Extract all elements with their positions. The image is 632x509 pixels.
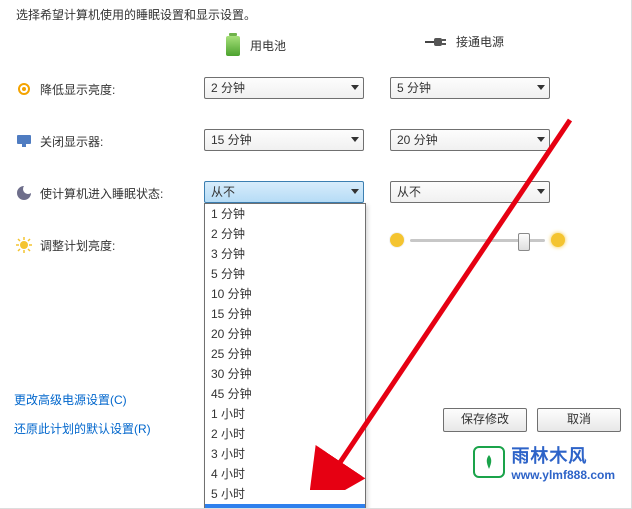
- sleep-battery-combo[interactable]: 从不: [204, 181, 364, 203]
- col-battery: 用电池: [224, 33, 286, 57]
- dropdown-item[interactable]: 3 小时: [205, 444, 365, 464]
- bright-label: 调整计划亮度:: [40, 237, 115, 254]
- dropdown-item[interactable]: 10 分钟: [205, 284, 365, 304]
- off-label: 关闭显示器:: [40, 133, 103, 150]
- dropdown-item[interactable]: 1 分钟: [205, 204, 365, 224]
- column-headers: 用电池 接通电源: [14, 33, 621, 71]
- dropdown-item[interactable]: 25 分钟: [205, 344, 365, 364]
- row-off-display: 关闭显示器: 15 分钟 20 分钟: [14, 129, 621, 175]
- sleep-plugged-combo[interactable]: 从不: [390, 181, 550, 203]
- cancel-button[interactable]: 取消: [537, 408, 621, 432]
- sleep-battery-value: 从不: [211, 185, 235, 199]
- sun-icon: [16, 237, 32, 253]
- plug-icon: [424, 35, 448, 49]
- col-battery-label: 用电池: [250, 37, 286, 54]
- dim-battery-combo[interactable]: 2 分钟: [204, 77, 364, 99]
- sleep-battery-dropdown[interactable]: 1 分钟2 分钟3 分钟5 分钟10 分钟15 分钟20 分钟25 分钟30 分…: [204, 203, 366, 509]
- off-battery-combo[interactable]: 15 分钟: [204, 129, 364, 151]
- watermark-url: www.ylmf888.com: [511, 468, 615, 482]
- dropdown-item[interactable]: 20 分钟: [205, 324, 365, 344]
- dropdown-item[interactable]: 2 分钟: [205, 224, 365, 244]
- off-battery-value: 15 分钟: [211, 133, 252, 147]
- chevron-down-icon: [537, 137, 545, 142]
- dim-plugged-value: 5 分钟: [397, 81, 431, 95]
- sleep-plugged-value: 从不: [397, 185, 421, 199]
- watermark-brand: 雨林木风: [511, 442, 615, 468]
- sun-dim-icon: [390, 233, 404, 247]
- chevron-down-icon: [351, 137, 359, 142]
- col-plugged: 接通电源: [424, 33, 504, 50]
- dropdown-item[interactable]: 1 小时: [205, 404, 365, 424]
- dropdown-item[interactable]: 2 小时: [205, 424, 365, 444]
- row-dim-display: 降低显示亮度: 2 分钟 5 分钟: [14, 77, 621, 123]
- watermark-logo-icon: [473, 446, 505, 478]
- sun-bright-icon: [551, 233, 565, 247]
- dim-battery-value: 2 分钟: [211, 81, 245, 95]
- off-plugged-combo[interactable]: 20 分钟: [390, 129, 550, 151]
- dropdown-item[interactable]: 5 分钟: [205, 264, 365, 284]
- dropdown-item[interactable]: 45 分钟: [205, 384, 365, 404]
- button-bar: 保存修改 取消: [443, 408, 621, 432]
- dropdown-item[interactable]: 3 分钟: [205, 244, 365, 264]
- chevron-down-icon: [537, 189, 545, 194]
- slider-thumb[interactable]: [518, 233, 530, 251]
- dim-label: 降低显示亮度:: [40, 81, 115, 98]
- brightness-slider-plugged[interactable]: [390, 233, 565, 247]
- page-description: 选择希望计算机使用的睡眠设置和显示设置。: [16, 6, 621, 23]
- sun-dim-icon: [16, 81, 32, 97]
- off-plugged-value: 20 分钟: [397, 133, 438, 147]
- dropdown-item[interactable]: 4 小时: [205, 464, 365, 484]
- moon-icon: [16, 185, 32, 201]
- dropdown-item[interactable]: 5 小时: [205, 484, 365, 504]
- col-plugged-label: 接通电源: [456, 33, 504, 50]
- sleep-label: 使计算机进入睡眠状态:: [40, 185, 163, 202]
- dropdown-item[interactable]: 从不: [205, 504, 365, 509]
- monitor-icon: [16, 133, 32, 149]
- battery-icon: [224, 33, 242, 57]
- watermark: 雨林木风 www.ylmf888.com: [473, 442, 615, 482]
- chevron-down-icon: [351, 189, 359, 194]
- dim-plugged-combo[interactable]: 5 分钟: [390, 77, 550, 99]
- dropdown-item[interactable]: 30 分钟: [205, 364, 365, 384]
- chevron-down-icon: [351, 85, 359, 90]
- slider-track[interactable]: [410, 239, 545, 242]
- save-button[interactable]: 保存修改: [443, 408, 527, 432]
- row-sleep: 使计算机进入睡眠状态: 从不 从不 1 分钟2 分钟3 分钟5 分钟10 分钟1…: [14, 181, 621, 227]
- chevron-down-icon: [537, 85, 545, 90]
- dropdown-item[interactable]: 15 分钟: [205, 304, 365, 324]
